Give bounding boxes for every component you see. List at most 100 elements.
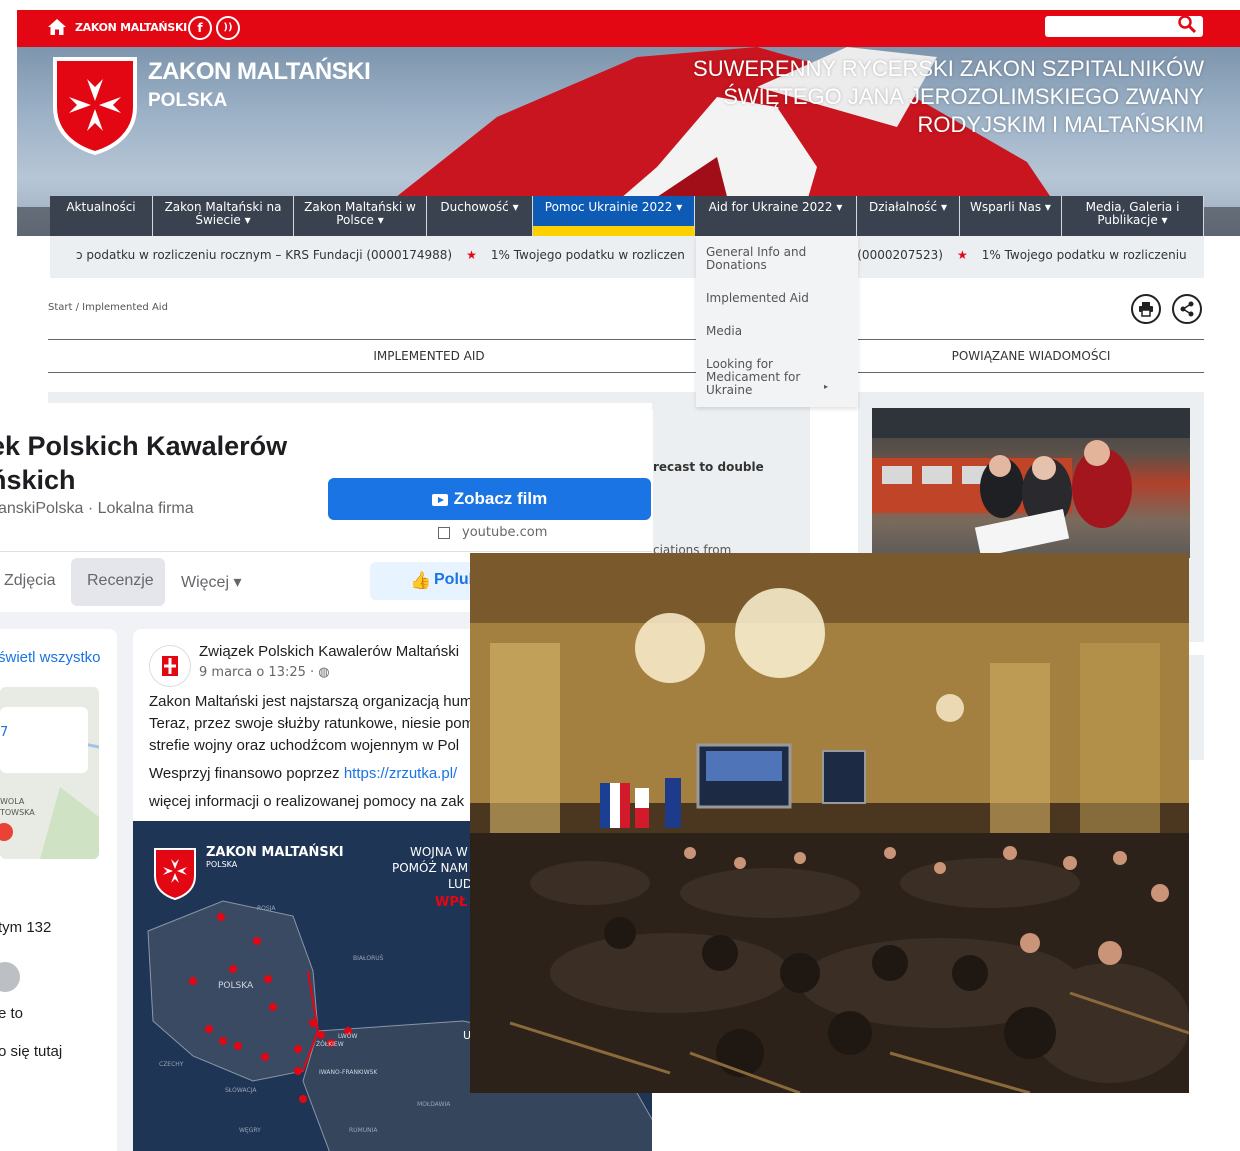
top-brand-label[interactable]: ZAKON MALTAŃSKI bbox=[75, 21, 187, 34]
fb-info-text: tym 132 bbox=[0, 919, 52, 936]
fb-left-column: świetl wszystko 7 WOLA TOWSKA tym 132 e … bbox=[0, 629, 117, 1151]
map-label: MOŁDAWIA bbox=[417, 1101, 451, 1108]
divider bbox=[858, 339, 1204, 340]
watch-video-button[interactable]: Zobacz film bbox=[328, 478, 651, 520]
map-label: WOLA bbox=[0, 797, 25, 806]
map-label: WĘGRY bbox=[239, 1127, 261, 1134]
fb-page-title: ek Polskich Kawalerów ńskich bbox=[0, 429, 287, 497]
avatar[interactable] bbox=[0, 962, 20, 992]
submenu-arrow-icon: ▸ bbox=[824, 382, 829, 391]
divider bbox=[48, 372, 696, 373]
map-headline: POMÓŻ NAM bbox=[392, 861, 469, 875]
donate-link[interactable]: https://zrzutka.pl/ bbox=[344, 765, 457, 782]
donate-prefix: Wesprzyj finansowo poprzez bbox=[149, 765, 344, 782]
post-date[interactable]: 9 marca o 13:25 · ◍ bbox=[199, 665, 330, 680]
fb-info-text: e to bbox=[0, 1005, 24, 1022]
news-ticker: ɔ podatku w rozliczeniu rocznym – KRS Fu… bbox=[50, 236, 1204, 278]
star-icon: ★ bbox=[466, 248, 477, 262]
slogan-line: RODYJSKIM I MALTAŃSKIM bbox=[917, 112, 1204, 137]
divider bbox=[858, 372, 1204, 373]
fb-link-row[interactable]: youtube.com bbox=[438, 525, 547, 540]
star-icon: ★ bbox=[956, 248, 968, 262]
order-slogan: SUWERENNY RYCERSKI ZAKON SZPITALNIKÓW ŚW… bbox=[644, 55, 1204, 139]
watch-video-label: Zobacz film bbox=[453, 489, 548, 508]
menu-item-media[interactable]: Media bbox=[706, 325, 824, 338]
map-label: IWANO-FRANKIWSK bbox=[319, 1069, 378, 1076]
org-subtitle: POLSKA bbox=[148, 90, 228, 111]
map-label: LWÓW bbox=[338, 1033, 358, 1040]
map-headline: LUD bbox=[448, 877, 473, 891]
tab-more[interactable]: Więcej ▾ bbox=[181, 572, 241, 592]
post-line: Wesprzyj finansowo poprzez https://zrzut… bbox=[149, 763, 474, 785]
fb-title-line: ńskich bbox=[0, 465, 76, 495]
map-label: 7 bbox=[0, 725, 9, 740]
map-label: RUMUNIA bbox=[349, 1127, 378, 1134]
share-icon[interactable] bbox=[1172, 294, 1202, 324]
slogan-line: ŚWIĘTEGO JANA JEROZOLIMSKIEGO ZWANY bbox=[723, 84, 1204, 109]
facebook-icon[interactable]: f bbox=[188, 16, 212, 40]
fb-page-meta: ltanskiPolska · Lokalna firma bbox=[0, 500, 194, 517]
nav-item-duchowosc[interactable]: Duchowość ▾ bbox=[427, 196, 533, 236]
post-date-text[interactable]: 9 marca o 13:25 · bbox=[199, 665, 314, 680]
news-photo-train-station[interactable] bbox=[872, 408, 1190, 558]
map-brand: ZAKON MALTAŃSKI bbox=[206, 845, 344, 860]
top-bar: ZAKON MALTAŃSKI f )) bbox=[17, 10, 1240, 47]
search-input[interactable] bbox=[1045, 14, 1203, 39]
show-all-link[interactable]: świetl wszystko bbox=[0, 649, 101, 666]
nav-item-wsparli-nas[interactable]: Wsparli Nas ▾ bbox=[960, 196, 1062, 236]
map-label: ŻÓŁKIEW bbox=[316, 1041, 344, 1048]
nav-item-zakon-polska[interactable]: Zakon Maltański w Polsce ▾ bbox=[294, 196, 427, 236]
post-line: więcej informacji o realizowanej pomocy … bbox=[149, 793, 465, 810]
fb-page-header: ek Polskich Kawalerów ńskich ltanskiPols… bbox=[0, 403, 652, 551]
print-icon[interactable] bbox=[1131, 294, 1161, 324]
breadcrumb[interactable]: Start / Implemented Aid bbox=[48, 302, 168, 313]
ticker-item[interactable]: 1% Twojego podatku w rozliczeniu bbox=[982, 248, 1187, 262]
nav-item-pomoc-ukrainie[interactable]: Pomoc Ukrainie 2022 ▾ bbox=[533, 196, 695, 236]
order-logo-icon[interactable] bbox=[51, 55, 139, 156]
post-author-avatar[interactable] bbox=[149, 645, 191, 687]
content-card bbox=[653, 398, 810, 553]
nav-item-aid-for-ukraine[interactable]: Aid for Ukraine 2022 ▾ bbox=[695, 196, 857, 236]
thumbs-up-icon: 👍 bbox=[410, 571, 432, 591]
post-line: Teraz, przez swoje służby ratunkowe, nie… bbox=[149, 715, 475, 732]
menu-item-general-info[interactable]: General Info and Donations bbox=[706, 246, 824, 272]
post-line: strefie wojny oraz uchodźcom wojennym w … bbox=[149, 737, 460, 754]
map-label: CZECHY bbox=[159, 1061, 184, 1068]
tab-photos[interactable]: Zdjęcia bbox=[4, 572, 56, 590]
post-author[interactable]: Związek Polskich Kawalerów Maltański bbox=[199, 643, 459, 660]
map-label: BIAŁORUŚ bbox=[353, 955, 384, 962]
nav-item-aktualnosci[interactable]: Aktualności bbox=[50, 196, 153, 236]
tab-reviews[interactable]: Recenzje bbox=[87, 572, 154, 590]
nav-item-dzialalnosc[interactable]: Działalność ▾ bbox=[857, 196, 960, 236]
ticker-item[interactable]: 1% Twojego podatku w rozliczen bbox=[491, 248, 685, 262]
post-body: Zakon Maltański jest najstarszą organiza… bbox=[149, 691, 474, 813]
map-headline: WPŁ bbox=[435, 895, 468, 910]
map-label: ROSJA bbox=[257, 905, 276, 912]
menu-item-implemented-aid[interactable]: Implemented Aid bbox=[706, 292, 824, 305]
org-title: ZAKON MALTAŃSKI bbox=[148, 58, 371, 85]
ticker-item[interactable]: ɔ podatku w rozliczeniu rocznym – KRS Fu… bbox=[76, 248, 452, 262]
nav-item-media[interactable]: Media, Galeria i Publikacje ▾ bbox=[1062, 196, 1204, 236]
search-icon[interactable] bbox=[1177, 14, 1197, 39]
link-domain[interactable]: youtube.com bbox=[462, 525, 547, 540]
map-label: SŁOWACJA bbox=[225, 1087, 257, 1094]
menu-item-looking-for-medicament[interactable]: Looking for Medicament for Ukraine bbox=[706, 358, 824, 397]
conference-hall-photo[interactable] bbox=[470, 553, 1189, 1093]
slogan-line: SUWERENNY RYCERSKI ZAKON SZPITALNIKÓW bbox=[693, 56, 1204, 81]
divider bbox=[48, 339, 696, 340]
fb-info-text: o się tutaj bbox=[0, 1043, 63, 1060]
nav-item-zakon-swiat[interactable]: Zakon Maltański na Świecie ▾ bbox=[153, 196, 294, 236]
section-title-related-news: POWIĄZANE WIADOMOŚCI bbox=[951, 349, 1111, 363]
rss-icon[interactable]: )) bbox=[216, 16, 240, 40]
map-label: POLSKA bbox=[218, 981, 254, 991]
ticker-row[interactable]: ɔ podatku w rozliczeniu rocznym – KRS Fu… bbox=[76, 248, 1187, 262]
post-line: Zakon Maltański jest najstarszą organiza… bbox=[149, 693, 473, 710]
play-icon bbox=[431, 493, 448, 506]
fb-title-line: ek Polskich Kawalerów bbox=[0, 431, 288, 461]
map-label: TOWSKA bbox=[0, 808, 35, 817]
fb-mini-map[interactable]: 7 WOLA TOWSKA bbox=[0, 687, 99, 859]
home-icon[interactable] bbox=[47, 18, 67, 36]
external-link-icon bbox=[438, 526, 450, 539]
article-snippet[interactable]: recast to double bbox=[653, 460, 764, 474]
map-brand-sub: POLSKA bbox=[206, 860, 238, 869]
